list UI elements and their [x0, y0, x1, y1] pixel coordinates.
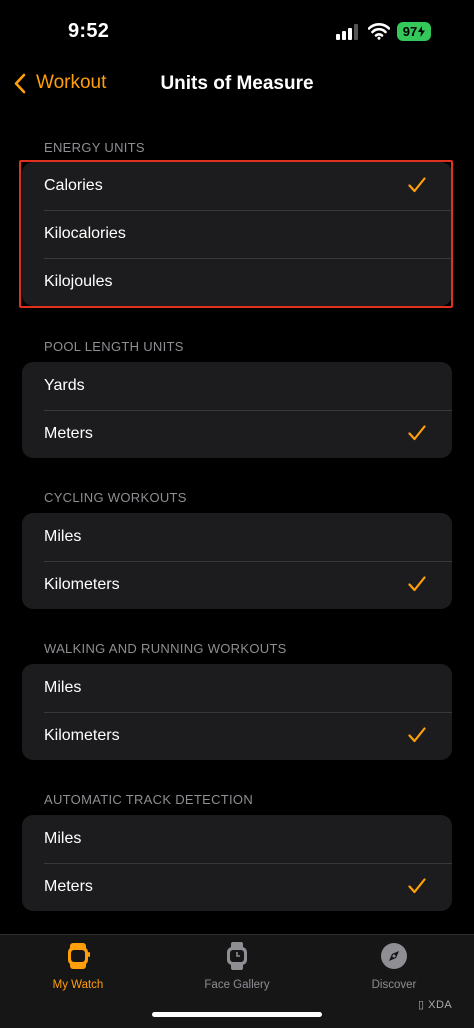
xda-watermark: ▯ XDA	[418, 998, 452, 1011]
section-header-energy-units: ENERGY UNITS	[44, 140, 145, 155]
tab-discover[interactable]: Discover	[339, 941, 449, 991]
option-kilocalories[interactable]: Kilocalories	[22, 210, 452, 258]
tab-face-gallery[interactable]: Face Gallery	[182, 941, 292, 991]
option-label: Kilojoules	[44, 273, 113, 290]
option-label: Meters	[44, 425, 93, 442]
option-label: Meters	[44, 878, 93, 895]
checkmark-icon	[408, 576, 426, 592]
option-label: Miles	[44, 528, 82, 545]
battery-indicator: 97	[397, 22, 431, 41]
option-label: Kilometers	[44, 576, 120, 593]
option-kilometers[interactable]: Kilometers	[22, 561, 452, 609]
option-miles[interactable]: Miles	[22, 815, 452, 863]
option-miles[interactable]: Miles	[22, 513, 452, 561]
section-header-cycling-workouts: CYCLING WORKOUTS	[44, 490, 187, 505]
option-label: Yards	[44, 377, 85, 394]
battery-level: 97	[402, 24, 418, 39]
energy-units-group: Calories Kilocalories Kilojoules	[22, 162, 452, 306]
cycling-workouts-group: Miles Kilometers	[22, 513, 452, 609]
tab-label: My Watch	[52, 979, 104, 991]
cellular-signal-icon	[336, 24, 358, 40]
tab-label: Face Gallery	[204, 979, 270, 991]
status-bar: 9:52 97	[0, 0, 474, 62]
option-label: Miles	[44, 679, 82, 696]
option-meters[interactable]: Meters	[22, 410, 452, 458]
checkmark-icon	[408, 727, 426, 743]
watch-icon	[68, 943, 90, 969]
option-calories[interactable]: Calories	[22, 162, 452, 210]
charging-bolt-icon	[418, 26, 426, 37]
checkmark-icon	[408, 177, 426, 193]
option-label: Kilometers	[44, 727, 120, 744]
option-miles[interactable]: Miles	[22, 664, 452, 712]
page-title: Units of Measure	[160, 73, 314, 94]
home-indicator[interactable]	[152, 1012, 322, 1017]
compass-icon	[381, 943, 407, 969]
watch-face-icon	[227, 942, 247, 970]
section-header-walking-running-workouts: WALKING AND RUNNING WORKOUTS	[44, 641, 287, 656]
watermark-logo-icon: ▯	[418, 999, 425, 1011]
tab-label: Discover	[371, 979, 417, 991]
option-label: Kilocalories	[44, 225, 126, 242]
watermark-text: XDA	[428, 999, 453, 1011]
option-label: Miles	[44, 830, 82, 847]
option-yards[interactable]: Yards	[22, 362, 452, 410]
walking-running-workouts-group: Miles Kilometers	[22, 664, 452, 760]
section-header-automatic-track-detection: AUTOMATIC TRACK DETECTION	[44, 792, 254, 807]
option-kilojoules[interactable]: Kilojoules	[22, 258, 452, 306]
checkmark-icon	[408, 425, 426, 441]
navigation-bar: Workout Units of Measure	[0, 62, 474, 106]
checkmark-icon	[408, 878, 426, 894]
automatic-track-detection-group: Miles Meters	[22, 815, 452, 911]
wifi-icon	[368, 23, 390, 40]
tab-my-watch[interactable]: My Watch	[23, 941, 133, 991]
section-header-pool-length-units: POOL LENGTH UNITS	[44, 339, 184, 354]
option-meters[interactable]: Meters	[22, 863, 452, 911]
pool-length-units-group: Yards Meters	[22, 362, 452, 458]
option-kilometers[interactable]: Kilometers	[22, 712, 452, 760]
status-time: 9:52	[68, 20, 110, 42]
option-label: Calories	[44, 177, 103, 194]
